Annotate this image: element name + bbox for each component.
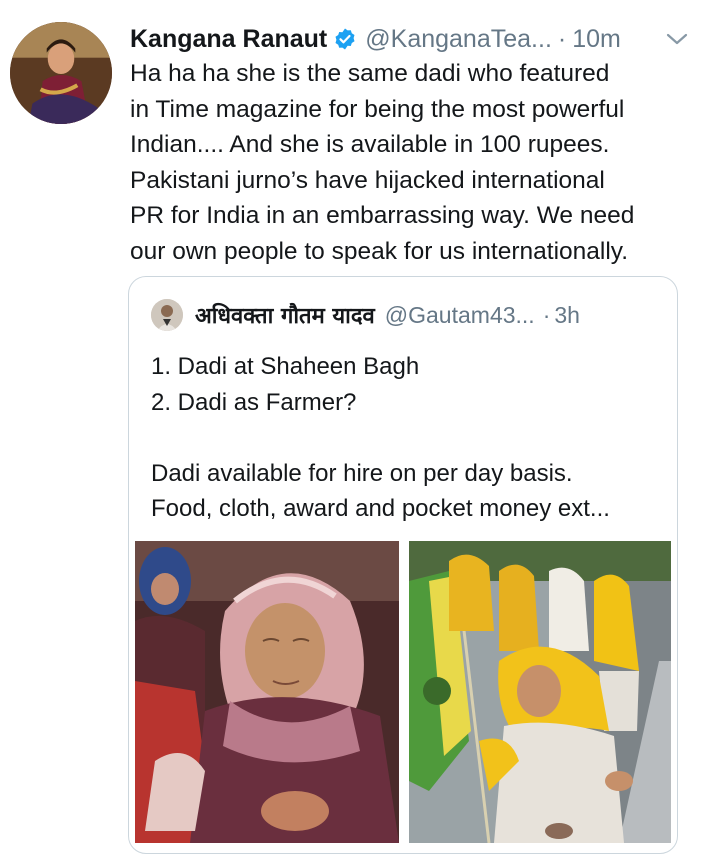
tweet-text-line: Pakistani jurno’s have hijacked internat… <box>130 166 605 194</box>
quoted-author-handle[interactable]: @Gautam43... <box>385 302 535 329</box>
separator-dot: · <box>557 24 567 53</box>
quoted-text-line: 2. Dadi as Farmer? <box>151 388 357 416</box>
quoted-tweet-card[interactable]: अधिवक्ता गौतम यादव @Gautam43... · 3h 1. … <box>128 276 678 854</box>
quoted-text-line: 1. Dadi at Shaheen Bagh <box>151 353 420 380</box>
author-avatar[interactable] <box>10 22 112 124</box>
quoted-text-line <box>151 420 661 456</box>
tweet-text-line: Indian.... And she is available in 100 r… <box>130 131 610 158</box>
author-handle[interactable]: @KanganaTea... <box>365 25 552 54</box>
verified-badge-icon <box>333 27 357 51</box>
tweet-text-line: in Time magazine for being the most powe… <box>130 95 625 123</box>
tweet-text: Ha ha ha she is the same dadi who featur… <box>130 56 690 269</box>
tweet-text-line: PR for India in an embarrassing way. We … <box>130 202 635 229</box>
media-photo-right[interactable] <box>409 541 671 843</box>
author-name[interactable]: Kangana Ranaut <box>130 25 327 54</box>
quoted-media <box>135 541 671 843</box>
timestamp[interactable]: 10m <box>572 25 621 54</box>
quoted-tweet-text: 1. Dadi at Shaheen Bagh 2. Dadi as Farme… <box>151 349 661 527</box>
quoted-author-avatar[interactable] <box>151 299 183 331</box>
quoted-tweet-header: अधिवक्ता गौतम यादव @Gautam43... · 3h <box>151 297 657 333</box>
tweet-text-line: Ha ha ha she is the same dadi who featur… <box>130 60 610 87</box>
tweet-header: Kangana Ranaut @KanganaTea... · 10m <box>130 22 690 56</box>
quoted-author-name[interactable]: अधिवक्ता गौतम यादव <box>195 300 375 330</box>
media-photo-left[interactable] <box>135 541 399 843</box>
chevron-down-icon[interactable] <box>664 28 690 50</box>
tweet-text-line: our own people to speak for us internati… <box>130 237 629 265</box>
quoted-timestamp[interactable]: 3h <box>554 302 580 329</box>
quoted-text-line: Food, cloth, award and pocket money ext.… <box>151 495 610 522</box>
quoted-text-line: Dadi available for hire on per day basis… <box>151 459 573 487</box>
separator-dot: · <box>542 301 551 328</box>
